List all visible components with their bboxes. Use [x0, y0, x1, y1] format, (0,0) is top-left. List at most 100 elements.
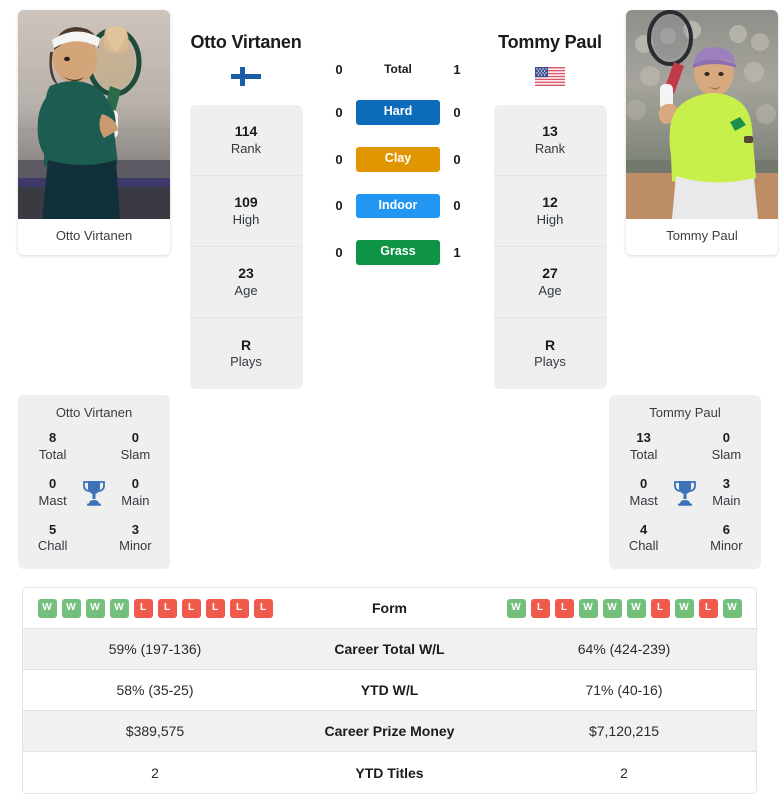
player-name-left[interactable]: Otto Virtanen [190, 32, 301, 53]
h2h-row-indoor: 0 Indoor 0 [322, 193, 474, 219]
titles-slam-right: 0 Slam [702, 430, 751, 464]
titles-value: 0 [640, 475, 648, 491]
h2h-label-wrap: Total [356, 60, 440, 78]
player-photo-card-right[interactable]: Tommy Paul [626, 10, 778, 256]
titles-row-mid-left: 0 Mast 0 Main [18, 476, 170, 510]
h2h-left-score: 0 [335, 198, 343, 214]
form-badge-loss[interactable]: L [133, 598, 153, 618]
titles-card-name-left: Otto Virtanen [55, 405, 133, 420]
h2h-row-clay: 0 Clay 0 [322, 146, 474, 172]
form-badge-win[interactable]: W [674, 598, 694, 618]
surface-badge-indoor[interactable]: Indoor [356, 193, 440, 219]
form-badge-win[interactable]: W [722, 598, 742, 618]
form-badge-loss[interactable]: L [253, 598, 273, 618]
stat-value: 27 [542, 265, 558, 282]
h2h-row-hard: 0 Hard 0 [322, 100, 474, 125]
player-flag-right-wrap [535, 53, 565, 99]
form-badge-win[interactable]: W [109, 598, 129, 618]
player-photo-card-left[interactable]: Otto Virtanen [18, 10, 170, 256]
form-badge-win[interactable]: W [37, 598, 57, 618]
player-name-right[interactable]: Tommy Paul [498, 32, 602, 53]
titles-mast-left: 0 Mast [28, 476, 77, 510]
h2h-left-score: 0 [335, 151, 343, 167]
table-cell-right: $7,120,215 [588, 723, 660, 740]
form-badge-win[interactable]: W [61, 598, 81, 618]
form-badge-win[interactable]: W [506, 598, 526, 618]
titles-label: Chall [628, 538, 659, 554]
titles-value: 0 [722, 430, 730, 445]
stat-plays-right: R Plays [494, 318, 607, 389]
trophy-icon-right-wrap [668, 480, 702, 506]
form-badge-win[interactable]: W [85, 598, 105, 618]
table-cell-right: 71% (40-16) [585, 682, 663, 699]
titles-value: 13 [636, 430, 651, 445]
h2h-label-wrap: Hard [356, 100, 440, 125]
h2h-right-score: 0 [453, 104, 461, 120]
form-badge-loss[interactable]: L [205, 598, 225, 618]
h2h-right-score: 0 [453, 151, 461, 167]
titles-minor-right: 6 Minor [702, 522, 751, 556]
titles-label: Total [629, 446, 658, 462]
form-cell-right: WLLWWWLWLW [492, 593, 756, 624]
form-badge-loss[interactable]: L [229, 598, 249, 618]
titles-row-mid-right: 0 Mast 3 Main [609, 476, 761, 510]
stat-value: 114 [234, 123, 258, 140]
usa-flag-icon [535, 66, 565, 86]
table-row-ytd-titles: 2 YTD Titles 2 [23, 752, 756, 793]
stat-value: 109 [234, 194, 258, 211]
form-strip-right: WLLWWWLWLW [496, 598, 752, 618]
table-row-label: YTD Titles [355, 764, 424, 781]
surface-badge-grass[interactable]: Grass [356, 240, 440, 265]
table-row-label: Career Prize Money [324, 723, 455, 740]
h2h-right-score: 1 [453, 61, 461, 77]
titles-row-top-right: 13 Total 0 Slam [609, 430, 761, 464]
titles-minor-left: 3 Minor [111, 522, 160, 556]
stat-value: R [240, 336, 252, 353]
stat-value: 13 [542, 123, 558, 140]
table-cell-right: 64% (424-239) [577, 641, 671, 658]
h2h-right-score: 0 [453, 198, 461, 214]
surface-badge-hard[interactable]: Hard [356, 100, 440, 125]
player-photo-caption-left: Otto Virtanen [55, 228, 133, 243]
table-row-prize-money: $389,575 Career Prize Money $7,120,215 [23, 711, 756, 753]
h2h-left-score: 0 [335, 245, 343, 261]
form-badge-loss[interactable]: L [554, 598, 574, 618]
stat-rank-left: 114 Rank [189, 105, 303, 176]
form-badge-win[interactable]: W [602, 598, 622, 618]
form-badge-loss[interactable]: L [698, 598, 718, 618]
h2h-label-wrap: Clay [356, 146, 440, 172]
titles-main-right: 3 Main [702, 476, 751, 510]
form-badge-loss[interactable]: L [650, 598, 670, 618]
titles-value: 3 [131, 521, 139, 537]
titles-card-left: Otto Virtanen 8 Total 0 Slam 0 Mast 0 Ma… [18, 395, 170, 570]
form-cell-left: WWWWLLLLLL [23, 593, 287, 624]
titles-card-name-right: Tommy Paul [649, 405, 721, 420]
table-row-label: Form [372, 600, 407, 617]
trophy-icon [83, 480, 105, 506]
table-row-label: YTD W/L [360, 682, 419, 699]
titles-label: Chall [37, 538, 68, 554]
titles-value: 8 [49, 430, 57, 445]
h2h-row-total: 0 Total 1 [322, 60, 474, 78]
form-badge-win[interactable]: W [578, 598, 598, 618]
form-badge-loss[interactable]: L [530, 598, 550, 618]
trophy-icon [674, 480, 696, 506]
titles-row-bottom-right: 4 Chall 6 Minor [609, 522, 761, 556]
titles-slam-left: 0 Slam [111, 430, 160, 464]
table-row-career-wl: 59% (197-136) Career Total W/L 64% (424-… [23, 629, 756, 671]
h2h-row-grass: 0 Grass 1 [322, 240, 474, 265]
surface-badge-clay[interactable]: Clay [356, 146, 440, 172]
form-badge-loss[interactable]: L [157, 598, 177, 618]
titles-card-right: Tommy Paul 13 Total 0 Slam 0 Mast 3 Main… [609, 395, 761, 570]
player-photo-right [626, 10, 778, 219]
titles-label: Slam [120, 446, 151, 462]
table-cell-left: $389,575 [125, 723, 185, 740]
form-badge-win[interactable]: W [626, 598, 646, 618]
form-badge-loss[interactable]: L [181, 598, 201, 618]
player-column-left: Otto Virtanen 114 Rank 109 High 23 Age R… [170, 10, 322, 389]
table-cell-right: 2 [620, 764, 628, 781]
stat-high-left: 109 High [189, 176, 303, 247]
titles-mast-right: 0 Mast [619, 476, 668, 510]
stat-age-right: 27 Age [493, 247, 607, 318]
stat-plays-left: R Plays [190, 318, 303, 389]
